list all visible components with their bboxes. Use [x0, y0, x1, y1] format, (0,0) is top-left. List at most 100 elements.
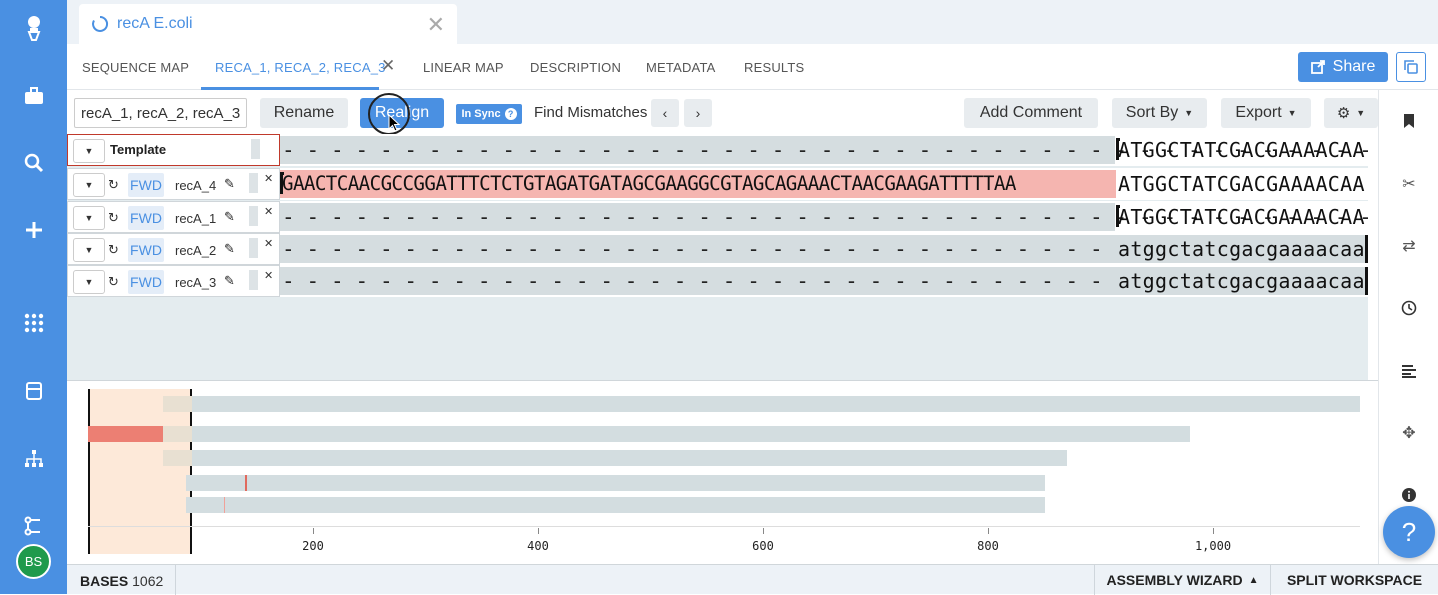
- remove-read-button[interactable]: ✕: [264, 205, 273, 218]
- assembly-wizard-label: ASSEMBLY WIZARD: [1106, 572, 1243, 588]
- plus-icon[interactable]: [18, 214, 50, 246]
- row-dropdown[interactable]: ▼: [73, 139, 105, 163]
- viewport-highlight[interactable]: [88, 389, 192, 554]
- sort-by-label: Sort By: [1125, 104, 1179, 121]
- settings-button[interactable]: ⚙ ▼: [1324, 98, 1378, 128]
- read-bases: atggctatcgacgaaaacaa: [1118, 269, 1365, 293]
- template-bases: ATGGCTATCGACGAAAACAA: [1118, 138, 1365, 162]
- read-overview-mismatch: [88, 426, 163, 442]
- bookmark-icon[interactable]: [1399, 111, 1419, 131]
- row-dropdown[interactable]: ▼: [73, 270, 105, 294]
- bases-value: 1062: [132, 573, 164, 589]
- history-clock-icon[interactable]: [1399, 298, 1419, 318]
- circular-icon: ↻: [108, 210, 119, 225]
- divider: [175, 565, 176, 595]
- axis-tick-label: 1,000: [1194, 539, 1232, 553]
- drag-handle[interactable]: [249, 173, 258, 193]
- drag-handle[interactable]: [251, 139, 260, 159]
- sort-by-button[interactable]: Sort By ▼: [1112, 98, 1207, 128]
- gear-icon: ⚙: [1336, 105, 1351, 122]
- alignment-overview[interactable]: 200 400 600 800 1,000: [67, 380, 1378, 564]
- next-mismatch-button[interactable]: ›: [684, 99, 712, 127]
- tab-close-icon[interactable]: ✕: [381, 56, 395, 76]
- read-row-header: ▼ ↻ FWD recA_4 ✎ ✕: [67, 168, 280, 200]
- direction-badge[interactable]: FWD: [128, 173, 164, 197]
- primer-target-icon[interactable]: ✥: [1399, 423, 1419, 443]
- direction-badge[interactable]: FWD: [128, 238, 164, 262]
- search-icon[interactable]: [18, 147, 50, 179]
- bases-count: BASES 1062: [80, 573, 163, 589]
- database-icon[interactable]: [18, 375, 50, 407]
- bases-label: BASES: [80, 573, 129, 589]
- alignment-viewer[interactable]: ▼ Template - - - - - - - - - - - - - - -…: [67, 134, 1368, 380]
- pencil-icon[interactable]: ✎: [224, 176, 235, 192]
- share-icon: [1310, 60, 1325, 74]
- tab-results[interactable]: RESULTS: [744, 60, 804, 75]
- remove-read-button[interactable]: ✕: [264, 172, 273, 185]
- drag-handle[interactable]: [249, 238, 258, 258]
- drag-handle[interactable]: [249, 206, 258, 226]
- align-left-icon[interactable]: [1399, 361, 1419, 381]
- split-workspace-button[interactable]: SPLIT WORKSPACE: [1270, 565, 1438, 595]
- axis-tick: [538, 528, 539, 534]
- tab-alignment[interactable]: RECA_1, RECA_2, RECA_3: [215, 60, 386, 75]
- axis-tick: [313, 528, 314, 534]
- read-row: ▼ ↻ FWD recA_3 ✎ ✕ - - - - - - - - - - -…: [67, 265, 1368, 297]
- direction-badge[interactable]: FWD: [128, 270, 164, 294]
- read-row: ▼ ↻ FWD recA_4 ✎ ✕ GAACTCAACGCCGGATTTCTC…: [67, 168, 1368, 200]
- in-sync-badge[interactable]: In Sync ?: [456, 104, 522, 124]
- read-row: ▼ ↻ FWD recA_2 ✎ ✕ - - - - - - - - - - -…: [67, 233, 1368, 265]
- remove-read-button[interactable]: ✕: [264, 269, 273, 282]
- alignment-name-input[interactable]: [74, 98, 247, 128]
- sequence-end-marker: [1365, 235, 1368, 263]
- help-button[interactable]: ?: [1383, 506, 1435, 558]
- hierarchy-icon[interactable]: [18, 443, 50, 475]
- direction-badge[interactable]: FWD: [128, 206, 164, 230]
- caret-down-icon: ▼: [84, 213, 94, 223]
- close-icon[interactable]: ✕: [427, 12, 445, 38]
- chevron-right-icon: ›: [695, 105, 701, 121]
- assembly-wizard-button[interactable]: ASSEMBLY WIZARD ▲: [1094, 565, 1270, 595]
- read-name: recA_4: [175, 178, 217, 193]
- briefcase-icon[interactable]: [18, 80, 50, 112]
- share-button[interactable]: Share: [1298, 52, 1388, 82]
- circular-icon: ↻: [108, 274, 119, 289]
- pencil-icon[interactable]: ✎: [224, 241, 235, 257]
- workflow-icon[interactable]: [18, 510, 50, 542]
- axis-tick: [1213, 528, 1214, 534]
- remove-read-button[interactable]: ✕: [264, 237, 273, 250]
- tab-linear-map[interactable]: LINEAR MAP: [423, 60, 504, 75]
- read-overview-bar: [163, 426, 192, 442]
- read-overview-bar: [186, 475, 1045, 491]
- caret-down-icon: ▼: [84, 277, 94, 287]
- apps-grid-icon[interactable]: [18, 307, 50, 339]
- view-tabs: SEQUENCE MAP RECA_1, RECA_2, RECA_3 ✕ LI…: [67, 44, 1438, 90]
- help-icon[interactable]: ?: [504, 108, 517, 120]
- previous-mismatch-button[interactable]: ‹: [651, 99, 679, 127]
- axis-tick: [988, 528, 989, 534]
- add-comment-button[interactable]: Add Comment: [964, 98, 1098, 128]
- rename-button[interactable]: Rename: [260, 98, 348, 128]
- duplicate-button[interactable]: [1396, 52, 1426, 82]
- swap-arrows-icon[interactable]: ⇄: [1399, 236, 1419, 256]
- tab-sequence-map[interactable]: SEQUENCE MAP: [82, 60, 189, 75]
- row-dropdown[interactable]: ▼: [73, 173, 105, 197]
- axis-tick-label: 600: [752, 539, 774, 553]
- tab-description[interactable]: DESCRIPTION: [530, 60, 621, 75]
- read-sequence: - - - - - - - - - - - - - - - - - - - - …: [280, 265, 1368, 297]
- chevron-left-icon: ‹: [662, 105, 668, 121]
- tab-metadata[interactable]: METADATA: [646, 60, 716, 75]
- info-icon[interactable]: [1399, 485, 1419, 505]
- row-dropdown[interactable]: ▼: [73, 206, 105, 230]
- read-row-header: ▼ ↻ FWD recA_3 ✎ ✕: [67, 265, 280, 297]
- drag-handle[interactable]: [249, 270, 258, 290]
- file-tab[interactable]: recA E.coli ✕: [79, 4, 457, 44]
- logo-icon[interactable]: [18, 12, 50, 44]
- pencil-icon[interactable]: ✎: [224, 209, 235, 225]
- caret-down-icon: ▼: [1356, 108, 1366, 118]
- row-dropdown[interactable]: ▼: [73, 238, 105, 262]
- pencil-icon[interactable]: ✎: [224, 273, 235, 289]
- scissors-icon[interactable]: ✂: [1399, 174, 1419, 194]
- export-button[interactable]: Export ▼: [1221, 98, 1311, 128]
- avatar[interactable]: BS: [16, 544, 51, 579]
